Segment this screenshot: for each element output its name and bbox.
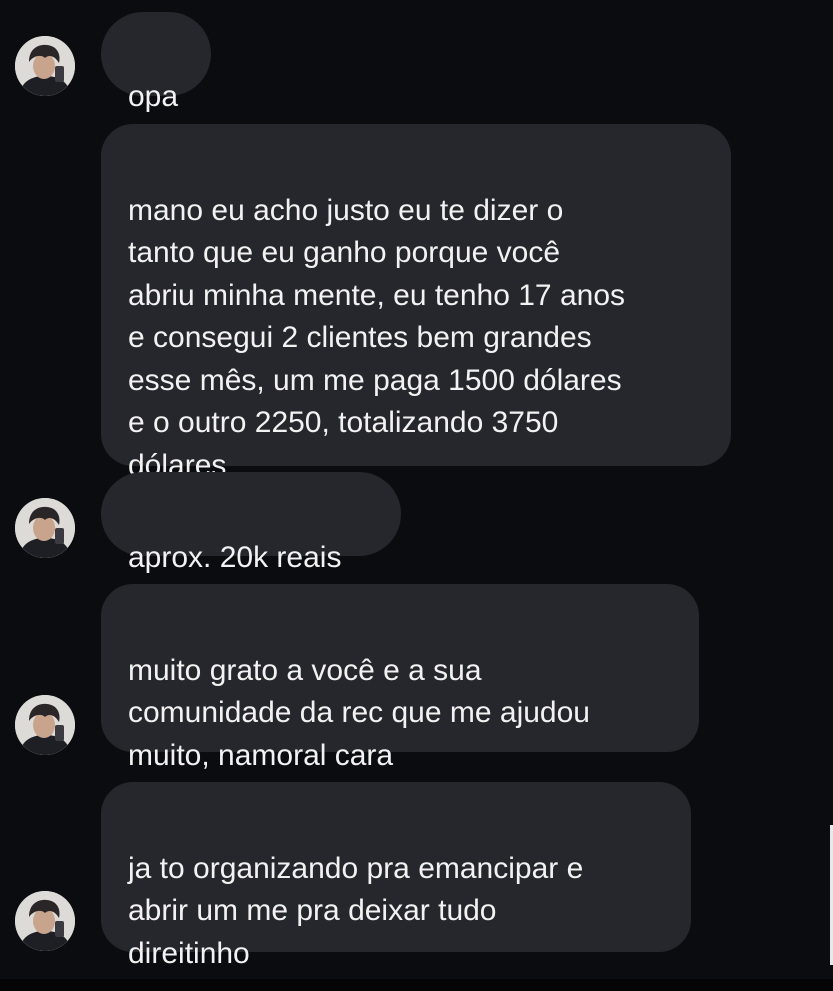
message-bubble: muito grato a você e a sua comunidade da…	[101, 584, 699, 772]
avatar-photo-icon	[15, 891, 75, 951]
message-text: ja to organizando pra emancipar e abrir …	[128, 851, 584, 970]
contact-avatar[interactable]	[15, 891, 75, 951]
avatar-photo-icon	[15, 695, 75, 755]
message-text: mano eu acho justo eu te dizer o tanto q…	[128, 193, 626, 482]
bottom-edge	[0, 979, 833, 991]
contact-avatar[interactable]	[15, 695, 75, 755]
avatar-photo-icon	[15, 498, 75, 558]
message-bubble: ja to organizando pra emancipar e abrir …	[101, 782, 691, 970]
contact-avatar[interactable]	[15, 36, 75, 96]
avatar-photo-icon	[15, 36, 75, 96]
message-text: opa	[128, 79, 179, 113]
message-text: aprox. 20k reais	[128, 540, 342, 574]
chat-thread: opa mano eu acho justo eu te dizer o tan…	[0, 0, 833, 991]
message-bubble: mano eu acho justo eu te dizer o tanto q…	[101, 124, 731, 482]
contact-avatar[interactable]	[15, 498, 75, 558]
message-text: muito grato a você e a sua comunidade da…	[128, 653, 590, 772]
message-bubble: opa	[101, 12, 211, 113]
message-bubble: aprox. 20k reais	[101, 472, 401, 574]
